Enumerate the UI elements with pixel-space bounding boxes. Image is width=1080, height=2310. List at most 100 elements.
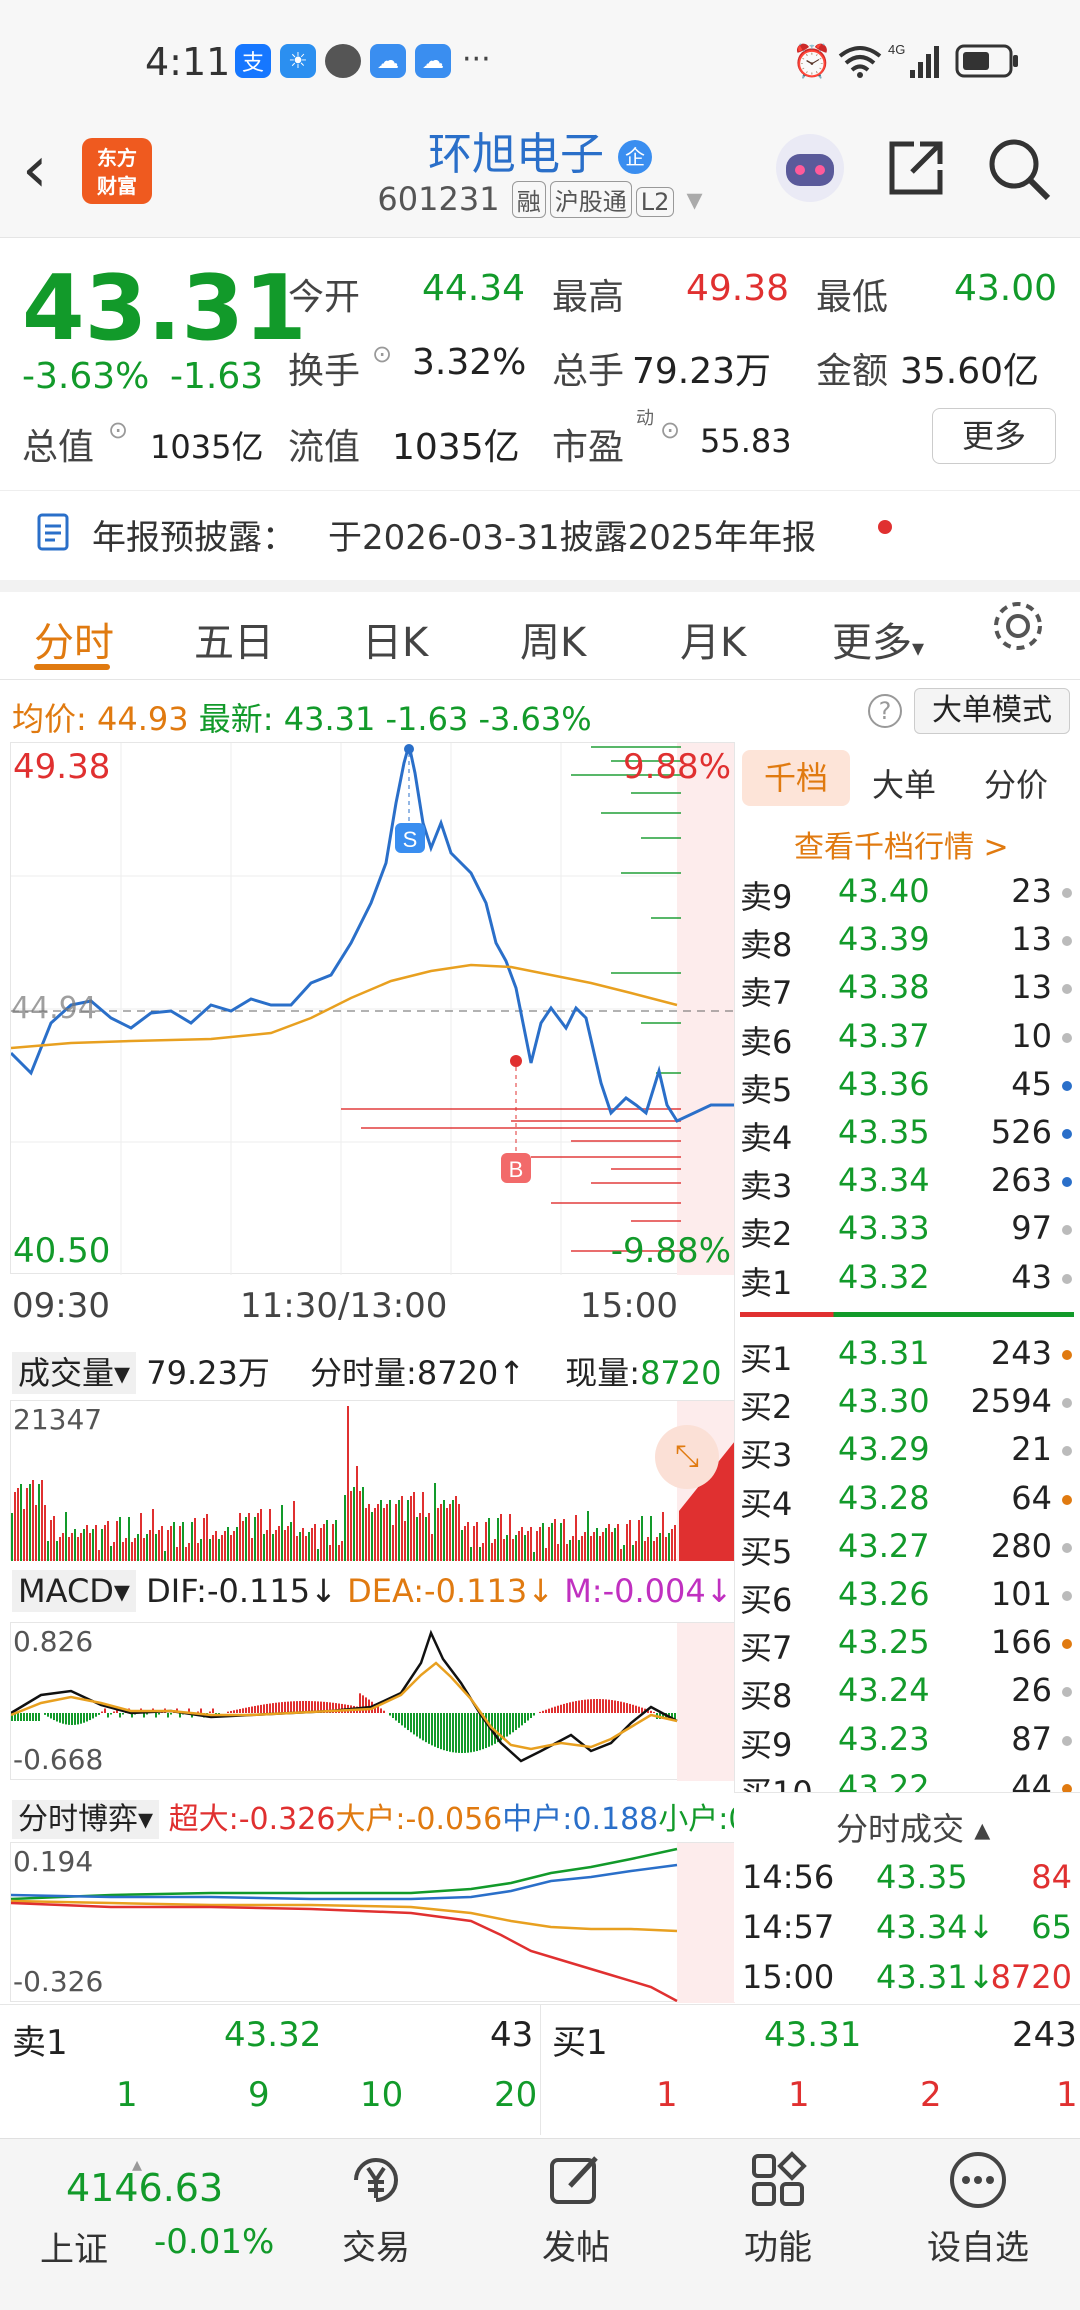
trades-title[interactable]: 分时成交 ▴ — [836, 1804, 990, 1850]
bid-volume: 2594 — [970, 1382, 1052, 1421]
tab-thousand-levels[interactable]: 千档 — [742, 750, 850, 806]
index-name: 上证 — [40, 2230, 108, 2270]
ask-price: 43.37 — [838, 1016, 930, 1055]
macd-bar — [143, 1713, 145, 1718]
pe-label: 市盈 — [552, 427, 625, 468]
bid-row[interactable]: 买7 43.25 166 — [740, 1623, 1074, 1671]
volume-bar — [668, 1533, 670, 1561]
tab-five-day[interactable]: 五日 — [194, 610, 274, 668]
last-price: 43.31 — [22, 256, 307, 361]
search-icon[interactable] — [986, 136, 1052, 202]
volume-selector[interactable]: 成交量▾ — [12, 1352, 137, 1394]
nav-post[interactable]: 发帖 — [506, 2150, 646, 2269]
notice-text[interactable]: 于2026-03-31披露2025年年报 — [328, 510, 816, 559]
tab-indicator — [34, 664, 110, 670]
macd-header: MACD▾ DIF:-0.115↓ DEA:-0.113↓ M:-0.004↓ — [12, 1570, 733, 1612]
volume-bar — [671, 1529, 673, 1561]
info-icon[interactable]: ⊙ — [108, 416, 128, 444]
capital-flow-selector[interactable]: 分时博弈▾ — [12, 1800, 160, 1839]
ask-level-label: 卖1 — [740, 1263, 793, 1302]
macd-selector[interactable]: MACD▾ — [12, 1570, 136, 1612]
macd-chart[interactable]: 0.826 -0.668 — [10, 1622, 735, 1781]
more-dots-icon — [950, 2152, 1006, 2208]
order-dot-icon — [1062, 1591, 1072, 1601]
volume-bar — [437, 1508, 439, 1561]
volume-bar — [305, 1536, 307, 1561]
tab-intraday[interactable]: 分时 — [34, 610, 114, 668]
unread-dot — [878, 520, 892, 534]
ask-row[interactable]: 卖8 43.39 13 — [740, 920, 1074, 968]
price-chart[interactable]: S B 49.38 9.88% 44.94 40.50 -9.88% — [10, 742, 735, 1275]
volume-bar — [23, 1509, 25, 1561]
macd-bar — [635, 1705, 637, 1713]
view-thousand-levels-link[interactable]: 查看千档行情 > — [794, 822, 1009, 866]
ask-row[interactable]: 卖7 43.38 13 — [740, 968, 1074, 1016]
macd-bar — [443, 1713, 445, 1751]
bid-row[interactable]: 买8 43.24 26 — [740, 1671, 1074, 1719]
macd-bar — [266, 1703, 268, 1713]
volume-bar — [584, 1532, 586, 1561]
tab-large-orders[interactable]: 大单 — [872, 760, 936, 806]
ask-row[interactable]: 卖2 43.33 97 — [740, 1209, 1074, 1257]
volume-bar — [77, 1537, 79, 1561]
volume-bar — [608, 1524, 610, 1561]
volume-bar — [173, 1522, 175, 1561]
change-value: -1.63 — [170, 356, 264, 397]
volume-chart[interactable]: 21347 ⤡ — [10, 1400, 735, 1561]
macd-bar — [611, 1700, 613, 1713]
volume-bar — [314, 1524, 316, 1561]
buy-queue-item: 1 — [656, 2075, 678, 2115]
y-max-label: 49.38 — [13, 747, 111, 787]
expand-icon[interactable]: ⤡ — [655, 1425, 719, 1489]
macd-bar — [434, 1713, 436, 1747]
bid-row[interactable]: 买5 43.27 280 — [740, 1527, 1074, 1575]
ask-row[interactable]: 卖4 43.35 526 — [740, 1113, 1074, 1161]
tab-price-distribution[interactable]: 分价 — [984, 760, 1048, 806]
volume-bar — [368, 1504, 370, 1561]
ask-row[interactable]: 卖9 43.40 23 — [740, 872, 1074, 920]
macd-bar — [590, 1699, 592, 1713]
ask-volume: 45 — [1011, 1064, 1052, 1103]
tab-more[interactable]: 更多▾ — [832, 610, 924, 668]
volume-bar — [581, 1536, 583, 1561]
large-order-mode-button[interactable]: 大单模式 — [914, 688, 1070, 734]
volume-bar — [617, 1524, 619, 1561]
ask-row[interactable]: 卖3 43.34 263 — [740, 1161, 1074, 1209]
mcap-value: 1035亿 — [150, 428, 264, 466]
index-ticker[interactable]: ▴ 4146.63 上证 -0.01% — [40, 2152, 290, 2282]
macd-bar — [59, 1713, 61, 1723]
settings-gear-icon[interactable] — [990, 598, 1046, 654]
bid-row[interactable]: 买3 43.29 21 — [740, 1430, 1074, 1478]
macd-bar — [23, 1713, 25, 1721]
macd-bar — [119, 1713, 121, 1718]
tab-monthly-k[interactable]: 月K — [680, 610, 746, 668]
bid-row[interactable]: 买1 43.31 243 — [740, 1334, 1074, 1382]
volume-bar — [146, 1534, 148, 1561]
nav-trade[interactable]: 交易 — [306, 2150, 446, 2269]
bid-row[interactable]: 买9 43.23 87 — [740, 1720, 1074, 1768]
help-icon[interactable]: ? — [868, 694, 902, 728]
nav-functions[interactable]: 功能 — [708, 2150, 848, 2269]
robot-assistant-icon[interactable] — [772, 130, 848, 206]
info-icon[interactable]: ⊙ — [372, 340, 392, 368]
ask-level-label: 卖2 — [740, 1215, 793, 1254]
tab-daily-k[interactable]: 日K — [362, 610, 428, 668]
ask-row[interactable]: 卖1 43.32 43 — [740, 1258, 1074, 1306]
bid-row[interactable]: 买2 43.30 2594 — [740, 1382, 1074, 1430]
bid-row[interactable]: 买6 43.26 101 — [740, 1575, 1074, 1623]
volume-bar — [479, 1547, 481, 1561]
macd-bar — [551, 1707, 553, 1713]
macd-bar — [104, 1708, 106, 1713]
macd-bar — [653, 1711, 655, 1713]
share-icon[interactable] — [884, 136, 948, 200]
capital-flow-chart[interactable]: 0.194 -0.326 — [10, 1842, 735, 2003]
macd-bar — [593, 1699, 595, 1713]
ask-row[interactable]: 卖5 43.36 45 — [740, 1065, 1074, 1113]
info-icon[interactable]: ⊙ — [660, 416, 680, 444]
nav-add-watchlist[interactable]: 设自选 — [908, 2150, 1048, 2269]
tab-weekly-k[interactable]: 周K — [520, 610, 586, 668]
more-button[interactable]: 更多 — [932, 408, 1056, 464]
ask-row[interactable]: 卖6 43.37 10 — [740, 1017, 1074, 1065]
bid-row[interactable]: 买4 43.28 64 — [740, 1479, 1074, 1527]
volume-bar — [518, 1531, 520, 1561]
